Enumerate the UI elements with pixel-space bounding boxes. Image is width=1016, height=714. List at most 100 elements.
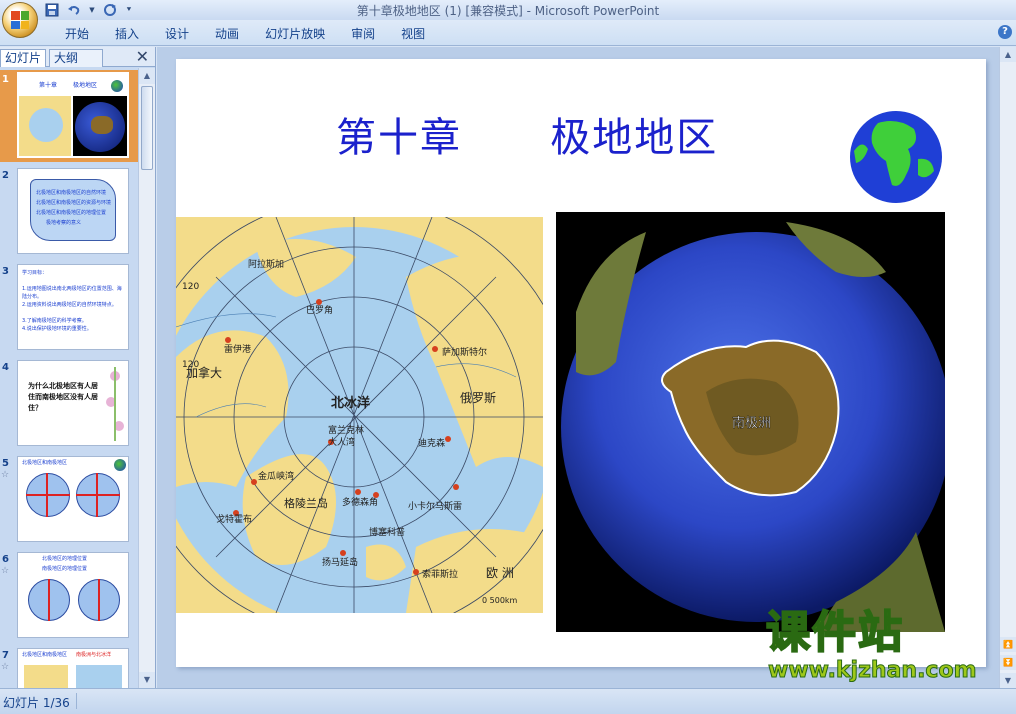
thumb-heading: 北极地区和南极地区 (22, 652, 68, 658)
slide-thumbnail-7[interactable]: 7 ☆ 北极地区和南极地区 南极洲与北冰洋 (0, 646, 138, 688)
panel-scrollbar[interactable]: ▲ ▼ (138, 68, 155, 688)
window-title: 第十章极地地区 (1) [兼容模式] - Microsoft PowerPoin… (356, 4, 660, 18)
map-label-nuuk: 戈特霍布 (216, 513, 252, 525)
status-bar: 幻灯片 1/36 (0, 688, 1016, 714)
map-label-resolute: 雷伊港 (224, 343, 251, 355)
slide-thumbnail-5[interactable]: 5 ☆ 北极地区和南极地区 (0, 454, 138, 546)
watermark-main: 课件站 (765, 607, 904, 659)
map-label-europe: 欧 洲 (486, 566, 514, 580)
map-label-iceland: 扬马延岛 (322, 556, 358, 568)
tab-slides[interactable]: 幻灯片 (0, 49, 47, 67)
thumb-heading: 北极地区和南极地区 (22, 460, 68, 466)
tab-3[interactable]: 动画 (202, 25, 252, 43)
slide-thumbnail-3[interactable]: 3 学习目标： 1.运用地图说出南北两极地区的位置范围、海陆分布。 2.运用资料… (0, 262, 138, 354)
animation-star-icon: ☆ (1, 470, 10, 480)
map-label-murmansk: 索菲斯拉 (422, 568, 458, 580)
thumb-line: 4.说出保护极地环境的重要性。 (22, 326, 92, 332)
map-label-franklin: 富兰克林 (328, 424, 364, 436)
slide-scrollbar[interactable]: ▲ ⏫ ⏬ ▼ (999, 47, 1016, 688)
map-scale: 0 500km (482, 596, 518, 605)
thumb-line: 北极地区的地理位置 (42, 556, 88, 562)
slide-number: 7 (2, 650, 9, 661)
thumb-line: 北极地区和南极地区的地理位置 (36, 210, 107, 216)
scroll-down-icon[interactable]: ▼ (139, 672, 155, 688)
office-logo-icon (11, 11, 29, 29)
thumb-heading: 学习目标： (22, 270, 48, 276)
map-label-barrow: 巴罗角 (306, 304, 333, 316)
next-slide-icon[interactable]: ⏬ (1000, 655, 1016, 670)
slide-preview: 北极地区和南极地区 (17, 456, 129, 542)
map-label-arctic-ocean: 北冰洋 (331, 395, 370, 411)
slide-preview: 北极地区和南极地区 南极洲与北冰洋 (17, 648, 129, 688)
help-icon[interactable]: ? (998, 25, 1012, 39)
tab-outline[interactable]: 大纲 (49, 49, 103, 67)
slide-number: 6 (2, 554, 9, 565)
animation-star-icon: ☆ (1, 566, 10, 576)
slide-counter: 幻灯片 1/36 (3, 696, 70, 710)
slide-thumbnails: 1 第十章 极地地区 2 北极地区和南极地区的自然环境 北极地区和南极地区的资源… (0, 68, 138, 688)
tab-2[interactable]: 设计 (152, 25, 202, 43)
title-bar: ▼ ⯆ 第十章极地地区 (1) [兼容模式] - Microsoft Power… (0, 0, 1016, 38)
map-label-small-pen: 小卡尔马斯雷 (408, 500, 462, 512)
arctic-map-image: 北冰洋 加拿大 俄罗斯 格陵兰岛 欧 洲 阿拉斯加 巴罗角 雷伊港 迪克森 萨加… (176, 217, 543, 613)
status-divider (76, 693, 77, 709)
thumb-line: 北极地区和南极地区的资源与环境 (36, 200, 112, 206)
slide-number: 1 (2, 74, 9, 85)
thumb-line: 3.了解南极地区的科学考察。 (22, 318, 87, 324)
slide-preview: 北极地区的地理位置 南极地区的地理位置 (17, 552, 129, 638)
slide-number: 3 (2, 266, 9, 277)
thumb-question: 为什么北极地区有人居住而南极地区没有人居住？ (28, 382, 98, 412)
slide-canvas[interactable]: 第十章 极地地区 北冰洋 加拿大 俄罗斯 格陵兰岛 欧 洲 阿拉斯加 巴罗角 雷… (176, 59, 986, 667)
thumb-line: 南极地区的地理位置 (42, 566, 88, 572)
flower-decoration (104, 367, 126, 441)
watermark-url: www.kjzhan.com (768, 658, 978, 684)
slide-thumbnail-1[interactable]: 1 第十章 极地地区 (0, 70, 138, 162)
office-button[interactable] (2, 2, 38, 38)
slide-preview: 学习目标： 1.运用地图说出南北两极地区的位置范围、海陆分布。 2.运用资料说出… (17, 264, 129, 350)
map-label-dikson: 迪克森 (418, 437, 445, 449)
slide-thumbnail-4[interactable]: 4 为什么北极地区有人居住而南极地区没有人居住？ (0, 358, 138, 450)
thumb-line: 2.运用资料说出两极地区的自然环境特点。 (22, 302, 117, 308)
map-label-lat: 120 (182, 360, 199, 370)
map-label-russia: 俄罗斯 (460, 391, 496, 405)
watermark-logo: 课件站 www.kjzhan.com (765, 607, 1002, 690)
scroll-up-icon[interactable]: ▲ (139, 68, 155, 84)
title-topic: 极地地区 (550, 115, 719, 161)
ribbon-tabs: 开始 插入 设计 动画 幻灯片放映 审阅 视图 ? (0, 20, 1016, 46)
map-label-greenland: 格陵兰岛 (284, 496, 328, 510)
globe-image (850, 111, 942, 203)
map-label-dome: 多德森角 (342, 496, 378, 508)
globe-thumb (111, 80, 123, 92)
slide-preview: 北极地区和南极地区的自然环境 北极地区和南极地区的资源与环境 北极地区和南极地区… (17, 168, 129, 254)
scrollbar-thumb[interactable] (141, 86, 153, 170)
thumb-line: 极地考察的意义 (46, 220, 82, 226)
antarctica-thumb (73, 96, 127, 156)
slide-preview: 第十章 极地地区 (17, 72, 129, 158)
tab-0[interactable]: 开始 (52, 25, 102, 43)
map-label-yamal: 萨加斯特尔 (442, 346, 487, 358)
tab-5[interactable]: 审阅 (338, 25, 388, 43)
slide-thumbnail-2[interactable]: 2 北极地区和南极地区的自然环境 北极地区和南极地区的资源与环境 北极地区和南极… (0, 166, 138, 258)
thumb-subtitle: 极地地区 (73, 82, 98, 89)
previous-slide-icon[interactable]: ⏫ (1000, 637, 1016, 652)
animation-star-icon: ☆ (1, 662, 10, 672)
close-panel-icon[interactable]: ✕ (136, 48, 149, 66)
tab-1[interactable]: 插入 (102, 25, 152, 43)
slide-editor: 第十章 极地地区 北冰洋 加拿大 俄罗斯 格陵兰岛 欧 洲 阿拉斯加 巴罗角 雷… (157, 47, 1016, 688)
slide-number: 4 (2, 362, 9, 373)
map-label-antarctica: 南极洲 (732, 415, 771, 431)
map-label-alaska: 阿拉斯加 (248, 258, 284, 270)
scroll-down-icon[interactable]: ▼ (1000, 673, 1016, 688)
thumb-title: 第十章 (39, 82, 58, 89)
slide-number: 2 (2, 170, 9, 181)
scroll-up-icon[interactable]: ▲ (1000, 47, 1016, 62)
slide-thumbnail-6[interactable]: 6 ☆ 北极地区的地理位置 南极地区的地理位置 (0, 550, 138, 642)
slide-preview: 为什么北极地区有人居住而南极地区没有人居住？ (17, 360, 129, 446)
map-label-channel: 金瓜峡湾 (258, 470, 294, 482)
tab-4[interactable]: 幻灯片放映 (252, 25, 338, 43)
panel-tabs: 幻灯片 大纲 ✕ (0, 47, 155, 67)
tab-6[interactable]: 视图 (388, 25, 438, 43)
slides-panel: 幻灯片 大纲 ✕ 1 第十章 极地地区 2 北极地区和南极地区的自然环境 北极地… (0, 47, 156, 688)
slide-number: 5 (2, 458, 9, 469)
slide-title[interactable]: 第十章 极地地区 (336, 105, 718, 163)
